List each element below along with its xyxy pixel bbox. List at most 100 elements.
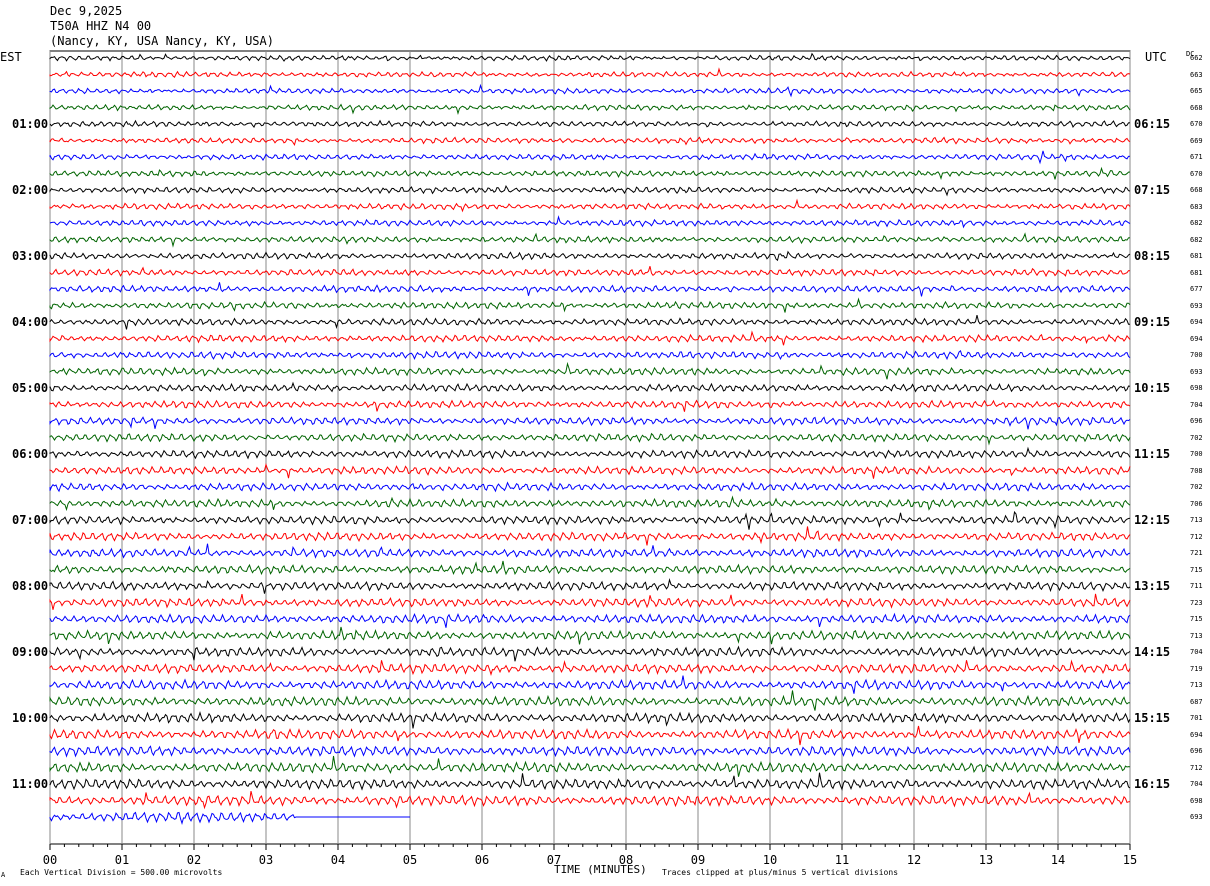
- dc-offset-label: 713: [1190, 631, 1203, 640]
- est-hour-label: 04:00: [12, 315, 49, 329]
- seismic-trace: [49, 432, 1131, 446]
- seismic-trace: [49, 52, 1131, 62]
- x-tick-label: 15: [1122, 853, 1138, 867]
- dc-offset-label: 696: [1190, 747, 1203, 755]
- seismic-trace: [49, 745, 1131, 758]
- dc-offset-label: 683: [1190, 202, 1203, 211]
- seismic-trace: [49, 150, 1131, 165]
- seismic-trace: [49, 755, 1131, 777]
- dc-offset-label: 694: [1190, 334, 1203, 343]
- seismic-trace: [49, 659, 1131, 676]
- x-tick-label: 05: [402, 853, 418, 867]
- seismic-trace: [49, 103, 1131, 115]
- x-tick-label: 01: [114, 853, 130, 867]
- plot-frame: [49, 50, 1131, 845]
- utc-hour-label: 13:15: [1134, 579, 1171, 593]
- dc-offset-label: 713: [1190, 681, 1203, 689]
- seismic-trace: [49, 399, 1131, 412]
- seismic-trace: [49, 83, 1131, 98]
- dc-offset-label: 704: [1190, 400, 1203, 409]
- dc-offset-label: 704: [1190, 780, 1203, 788]
- seismic-trace: [49, 578, 1131, 594]
- seismic-trace: [49, 330, 1131, 346]
- seismic-trace: [49, 215, 1131, 229]
- est-hour-label: 02:00: [12, 183, 49, 197]
- dc-offset-label: 668: [1190, 186, 1203, 194]
- utc-hour-label: 11:15: [1134, 447, 1171, 461]
- dc-offset-label: 700: [1190, 351, 1203, 359]
- seismic-trace: [49, 416, 1131, 430]
- dc-offset-label: 702: [1190, 483, 1203, 491]
- utc-hour-label: 09:15: [1134, 315, 1171, 329]
- dc-offset-label: 681: [1190, 268, 1203, 277]
- dc-offset-label: 723: [1190, 598, 1203, 607]
- seismic-trace: [49, 266, 1131, 278]
- seismogram-plot: [49, 50, 1131, 850]
- est-hour-label: 01:00: [12, 117, 49, 131]
- corner-mark: A: [1, 871, 6, 879]
- dc-offset-label: 712: [1190, 532, 1203, 541]
- seismic-trace: [49, 626, 1131, 645]
- dc-offset-label: 706: [1190, 499, 1203, 508]
- utc-hour-label: 14:15: [1134, 645, 1171, 659]
- dc-offset-label: 670: [1190, 120, 1203, 128]
- seismic-trace: [49, 690, 1130, 711]
- x-tick-label: 10: [762, 853, 778, 867]
- seismic-trace: [49, 495, 1131, 512]
- scale-note: Each Vertical Division = 500.00 microvol…: [20, 868, 223, 877]
- seismic-trace: [49, 593, 1131, 610]
- utc-hour-label: 06:15: [1134, 117, 1171, 131]
- dc-offset-label: 715: [1190, 565, 1203, 574]
- dc-offset-label: 687: [1190, 697, 1203, 706]
- dc-offset-label: 681: [1190, 252, 1203, 260]
- clip-note: Traces clipped at plus/minus 5 vertical …: [662, 868, 899, 877]
- dc-offset-label: 682: [1190, 235, 1203, 244]
- est-hour-label: 07:00: [12, 513, 49, 527]
- seismic-trace: [49, 282, 1131, 297]
- dc-offset-label: 671: [1190, 153, 1203, 161]
- seismic-trace: [49, 790, 1131, 810]
- seismic-trace: [49, 314, 1130, 330]
- x-axis-title: TIME (MINUTES): [554, 863, 647, 876]
- seismic-trace: [49, 711, 1131, 729]
- seismic-trace: [49, 446, 1131, 460]
- dc-offset-label: 665: [1190, 87, 1203, 95]
- x-tick-label: 09: [690, 853, 706, 867]
- dc-offset-label: 721: [1190, 549, 1203, 557]
- dc-offset-label: 670: [1190, 169, 1203, 178]
- seismic-trace: [49, 67, 1131, 78]
- seismic-trace: [49, 250, 1131, 262]
- est-hour-label: 05:00: [12, 381, 49, 395]
- utc-hour-label: 16:15: [1134, 777, 1171, 791]
- dc-offset-label: 712: [1190, 763, 1203, 772]
- seismic-trace: [49, 297, 1131, 313]
- x-tick-label: 14: [1050, 853, 1066, 867]
- dc-offset-label: 701: [1190, 714, 1203, 722]
- utc-hour-label: 08:15: [1134, 249, 1171, 263]
- seismic-trace: [49, 675, 1131, 694]
- dc-offset-label: 719: [1190, 664, 1203, 673]
- seismic-trace: [49, 198, 1131, 213]
- x-tick-label: 04: [330, 853, 346, 867]
- seismic-trace: [49, 463, 1131, 479]
- dc-offset-label: 677: [1190, 285, 1203, 293]
- x-tick-label: 06: [474, 853, 490, 867]
- dc-offset-label: 668: [1190, 103, 1203, 112]
- utc-hour-label: 15:15: [1134, 711, 1171, 725]
- dc-offset-label: 682: [1190, 219, 1203, 227]
- x-tick-label: 12: [906, 853, 922, 867]
- dc-offset-label: 698: [1190, 384, 1203, 392]
- dc-offset-label: 698: [1190, 796, 1203, 805]
- seismic-trace: [49, 811, 410, 826]
- est-hour-label: 09:00: [12, 645, 49, 659]
- x-tick-label: 11: [834, 853, 850, 867]
- seismic-trace: [49, 136, 1131, 147]
- dc-offset-label: 711: [1190, 582, 1203, 590]
- dc-offset-label: 713: [1190, 516, 1203, 524]
- dc-offset-label: 693: [1190, 367, 1203, 376]
- utc-hour-label: 07:15: [1134, 183, 1171, 197]
- x-tick-label: 00: [42, 853, 58, 867]
- seismic-trace: [49, 119, 1131, 129]
- dc-offset-label: 715: [1190, 615, 1203, 623]
- seismic-trace: [49, 184, 1131, 197]
